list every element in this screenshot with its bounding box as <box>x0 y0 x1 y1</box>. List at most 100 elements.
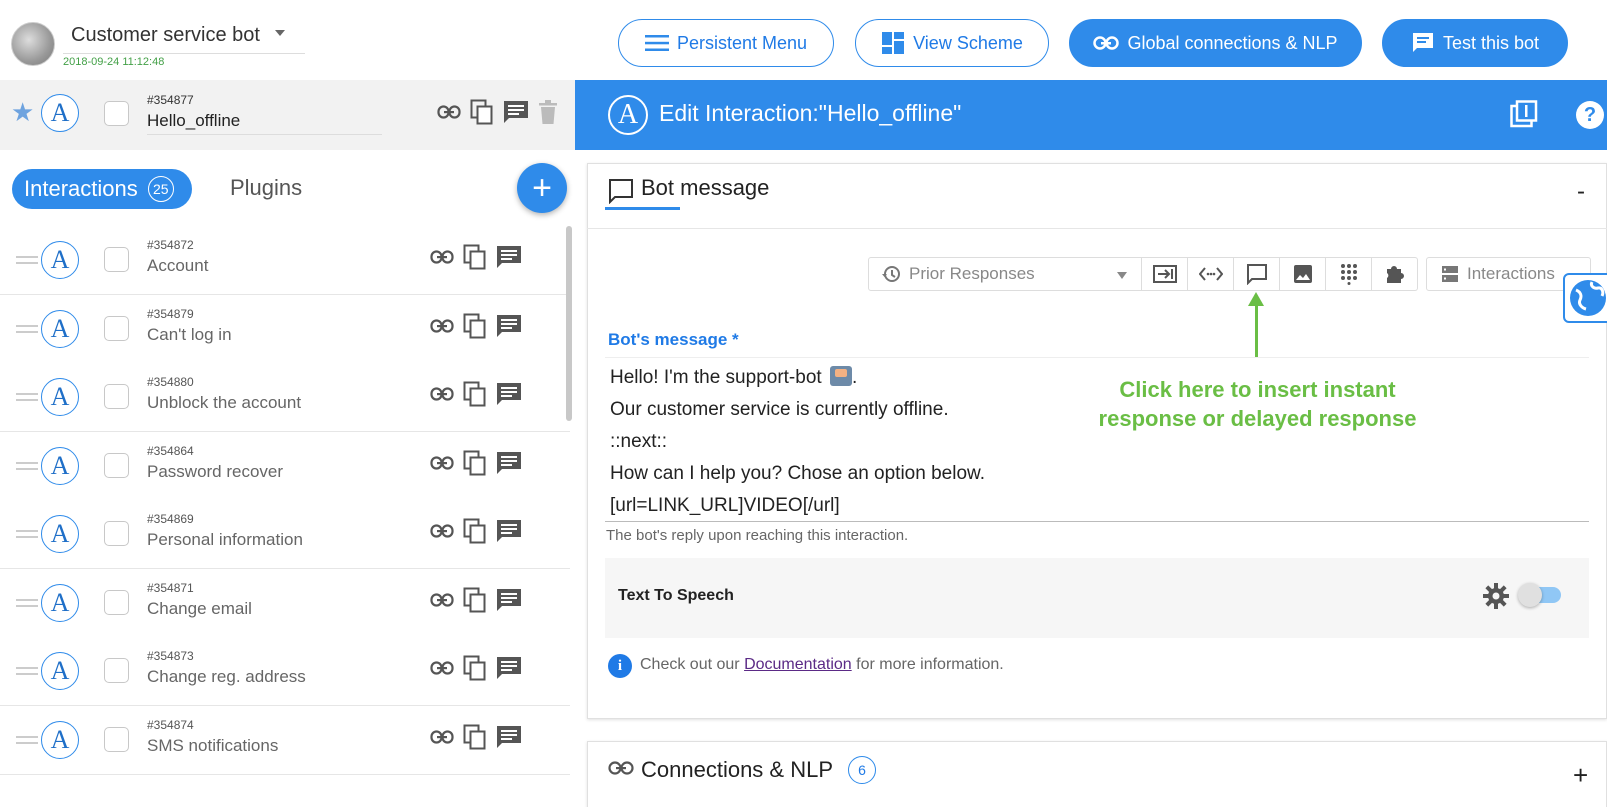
copy-icon[interactable] <box>463 724 487 750</box>
selected-checkbox[interactable] <box>104 101 129 126</box>
bot-selector-caret-icon[interactable] <box>275 30 285 36</box>
interaction-checkbox[interactable] <box>104 726 129 752</box>
drag-handle-icon[interactable] <box>16 324 38 333</box>
insert-image-button[interactable] <box>1280 257 1326 291</box>
copy-icon[interactable] <box>463 450 487 476</box>
link-icon[interactable] <box>430 729 454 744</box>
persistent-menu-button[interactable]: Persistent Menu <box>618 19 834 67</box>
list-item[interactable]: A #354872 Account <box>0 226 570 295</box>
link-icon[interactable] <box>430 524 454 538</box>
section-title-underline <box>605 207 680 210</box>
insert-input-button[interactable] <box>1142 257 1188 291</box>
comment-icon[interactable] <box>496 725 522 749</box>
trash-icon[interactable] <box>538 100 558 124</box>
comment-icon[interactable] <box>496 588 522 612</box>
comment-icon[interactable] <box>496 314 522 338</box>
expand-section-button[interactable]: + <box>1573 760 1588 791</box>
comment-icon[interactable] <box>496 245 522 269</box>
interaction-avatar-icon: A <box>41 515 79 553</box>
add-interaction-button[interactable]: + <box>517 163 567 213</box>
list-item[interactable]: A #354869 Personal information <box>0 500 570 569</box>
list-item[interactable]: A #354874 SMS notifications <box>0 705 570 775</box>
list-scrollbar[interactable] <box>566 226 572 421</box>
comment-icon[interactable] <box>496 656 522 680</box>
link-icon[interactable] <box>437 105 461 119</box>
list-item[interactable]: A #354880 Unblock the account <box>0 363 570 432</box>
toggle-knob[interactable] <box>1518 583 1542 607</box>
link-icon[interactable] <box>430 592 454 607</box>
interaction-name[interactable]: Password recover <box>147 462 283 482</box>
link-icon[interactable] <box>430 661 454 675</box>
test-bot-button[interactable]: Test this bot <box>1382 19 1568 67</box>
bot-name[interactable]: Customer service bot <box>71 24 260 47</box>
copy-icon[interactable] <box>463 655 487 681</box>
interaction-name[interactable]: Unblock the account <box>147 393 301 413</box>
interaction-row-actions <box>430 724 522 750</box>
interaction-checkbox[interactable] <box>104 452 129 478</box>
copy-icon[interactable] <box>463 313 487 339</box>
interaction-name[interactable]: Change email <box>147 599 252 619</box>
link-icon[interactable] <box>430 455 454 470</box>
interaction-row-actions <box>430 587 522 613</box>
drag-handle-icon[interactable] <box>16 256 38 264</box>
copy-icon[interactable] <box>470 99 494 125</box>
interaction-name[interactable]: Change reg. address <box>147 667 306 687</box>
code-icon <box>1198 267 1223 281</box>
interaction-checkbox[interactable] <box>104 384 129 409</box>
interaction-checkbox[interactable] <box>104 315 129 341</box>
tab-plugins[interactable]: Plugins <box>230 175 302 201</box>
drag-handle-icon[interactable] <box>16 598 38 607</box>
insert-code-button[interactable] <box>1188 257 1234 291</box>
interaction-name[interactable]: Account <box>147 256 208 276</box>
tab-interactions[interactable]: Interactions 25 <box>12 169 192 209</box>
global-connections-button[interactable]: Global connections & NLP <box>1069 19 1362 67</box>
language-globe-button[interactable] <box>1563 273 1607 323</box>
link-icon[interactable] <box>430 387 454 401</box>
view-scheme-button[interactable]: View Scheme <box>855 19 1049 67</box>
edit-avatar-icon: A <box>608 95 648 135</box>
connections-section-title[interactable]: Connections & NLP <box>641 757 833 783</box>
list-item[interactable]: A #354871 Change email <box>0 568 570 638</box>
puzzle-icon <box>1386 266 1404 283</box>
interaction-checkbox[interactable] <box>104 521 129 546</box>
insert-keypad-button[interactable] <box>1326 257 1372 291</box>
list-item[interactable]: A #354864 Password recover <box>0 431 570 501</box>
interaction-checkbox[interactable] <box>104 589 129 615</box>
comment-icon[interactable] <box>503 100 529 124</box>
technologist-emoji-icon <box>829 366 852 386</box>
drag-handle-icon[interactable] <box>16 530 38 538</box>
insert-response-button[interactable] <box>1234 257 1280 291</box>
prior-responses-dropdown[interactable]: Prior Responses <box>868 257 1142 291</box>
bot-message-section-title[interactable]: Bot message <box>641 175 769 201</box>
list-item[interactable]: A #354879 Can't log in <box>0 294 570 364</box>
selected-interaction-name[interactable]: Hello_offline <box>147 111 240 131</box>
bot-message-textarea[interactable]: Hello! I'm the support-bot . Our custome… <box>610 362 985 522</box>
list-item[interactable]: A #354873 Change reg. address <box>0 637 570 706</box>
copy-icon[interactable] <box>463 587 487 613</box>
interaction-checkbox[interactable] <box>104 247 129 272</box>
help-button[interactable]: ? <box>1576 101 1604 129</box>
drag-handle-icon[interactable] <box>16 667 38 675</box>
annotation-arrow-line <box>1255 300 1258 358</box>
link-icon[interactable] <box>430 318 454 333</box>
drag-handle-icon[interactable] <box>16 461 38 470</box>
copy-icon[interactable] <box>463 381 487 407</box>
copy-icon[interactable] <box>463 518 487 544</box>
comment-icon[interactable] <box>496 451 522 475</box>
drag-handle-icon[interactable] <box>16 735 38 744</box>
copy-icon[interactable] <box>463 244 487 270</box>
drag-handle-icon[interactable] <box>16 393 38 401</box>
interaction-name[interactable]: Personal information <box>147 530 303 550</box>
gear-icon[interactable] <box>1483 583 1509 609</box>
documentation-link[interactable]: Documentation <box>744 656 852 673</box>
insert-plugin-button[interactable] <box>1372 257 1418 291</box>
comment-icon[interactable] <box>496 519 522 543</box>
interaction-checkbox[interactable] <box>104 658 129 683</box>
numbered-layer-icon[interactable] <box>1510 100 1538 128</box>
comment-icon[interactable] <box>496 382 522 406</box>
link-icon[interactable] <box>430 250 454 264</box>
interaction-name[interactable]: Can't log in <box>147 325 232 345</box>
interaction-name[interactable]: SMS notifications <box>147 736 278 756</box>
star-icon[interactable]: ★ <box>11 99 34 125</box>
collapse-section-button[interactable]: - <box>1577 178 1585 206</box>
